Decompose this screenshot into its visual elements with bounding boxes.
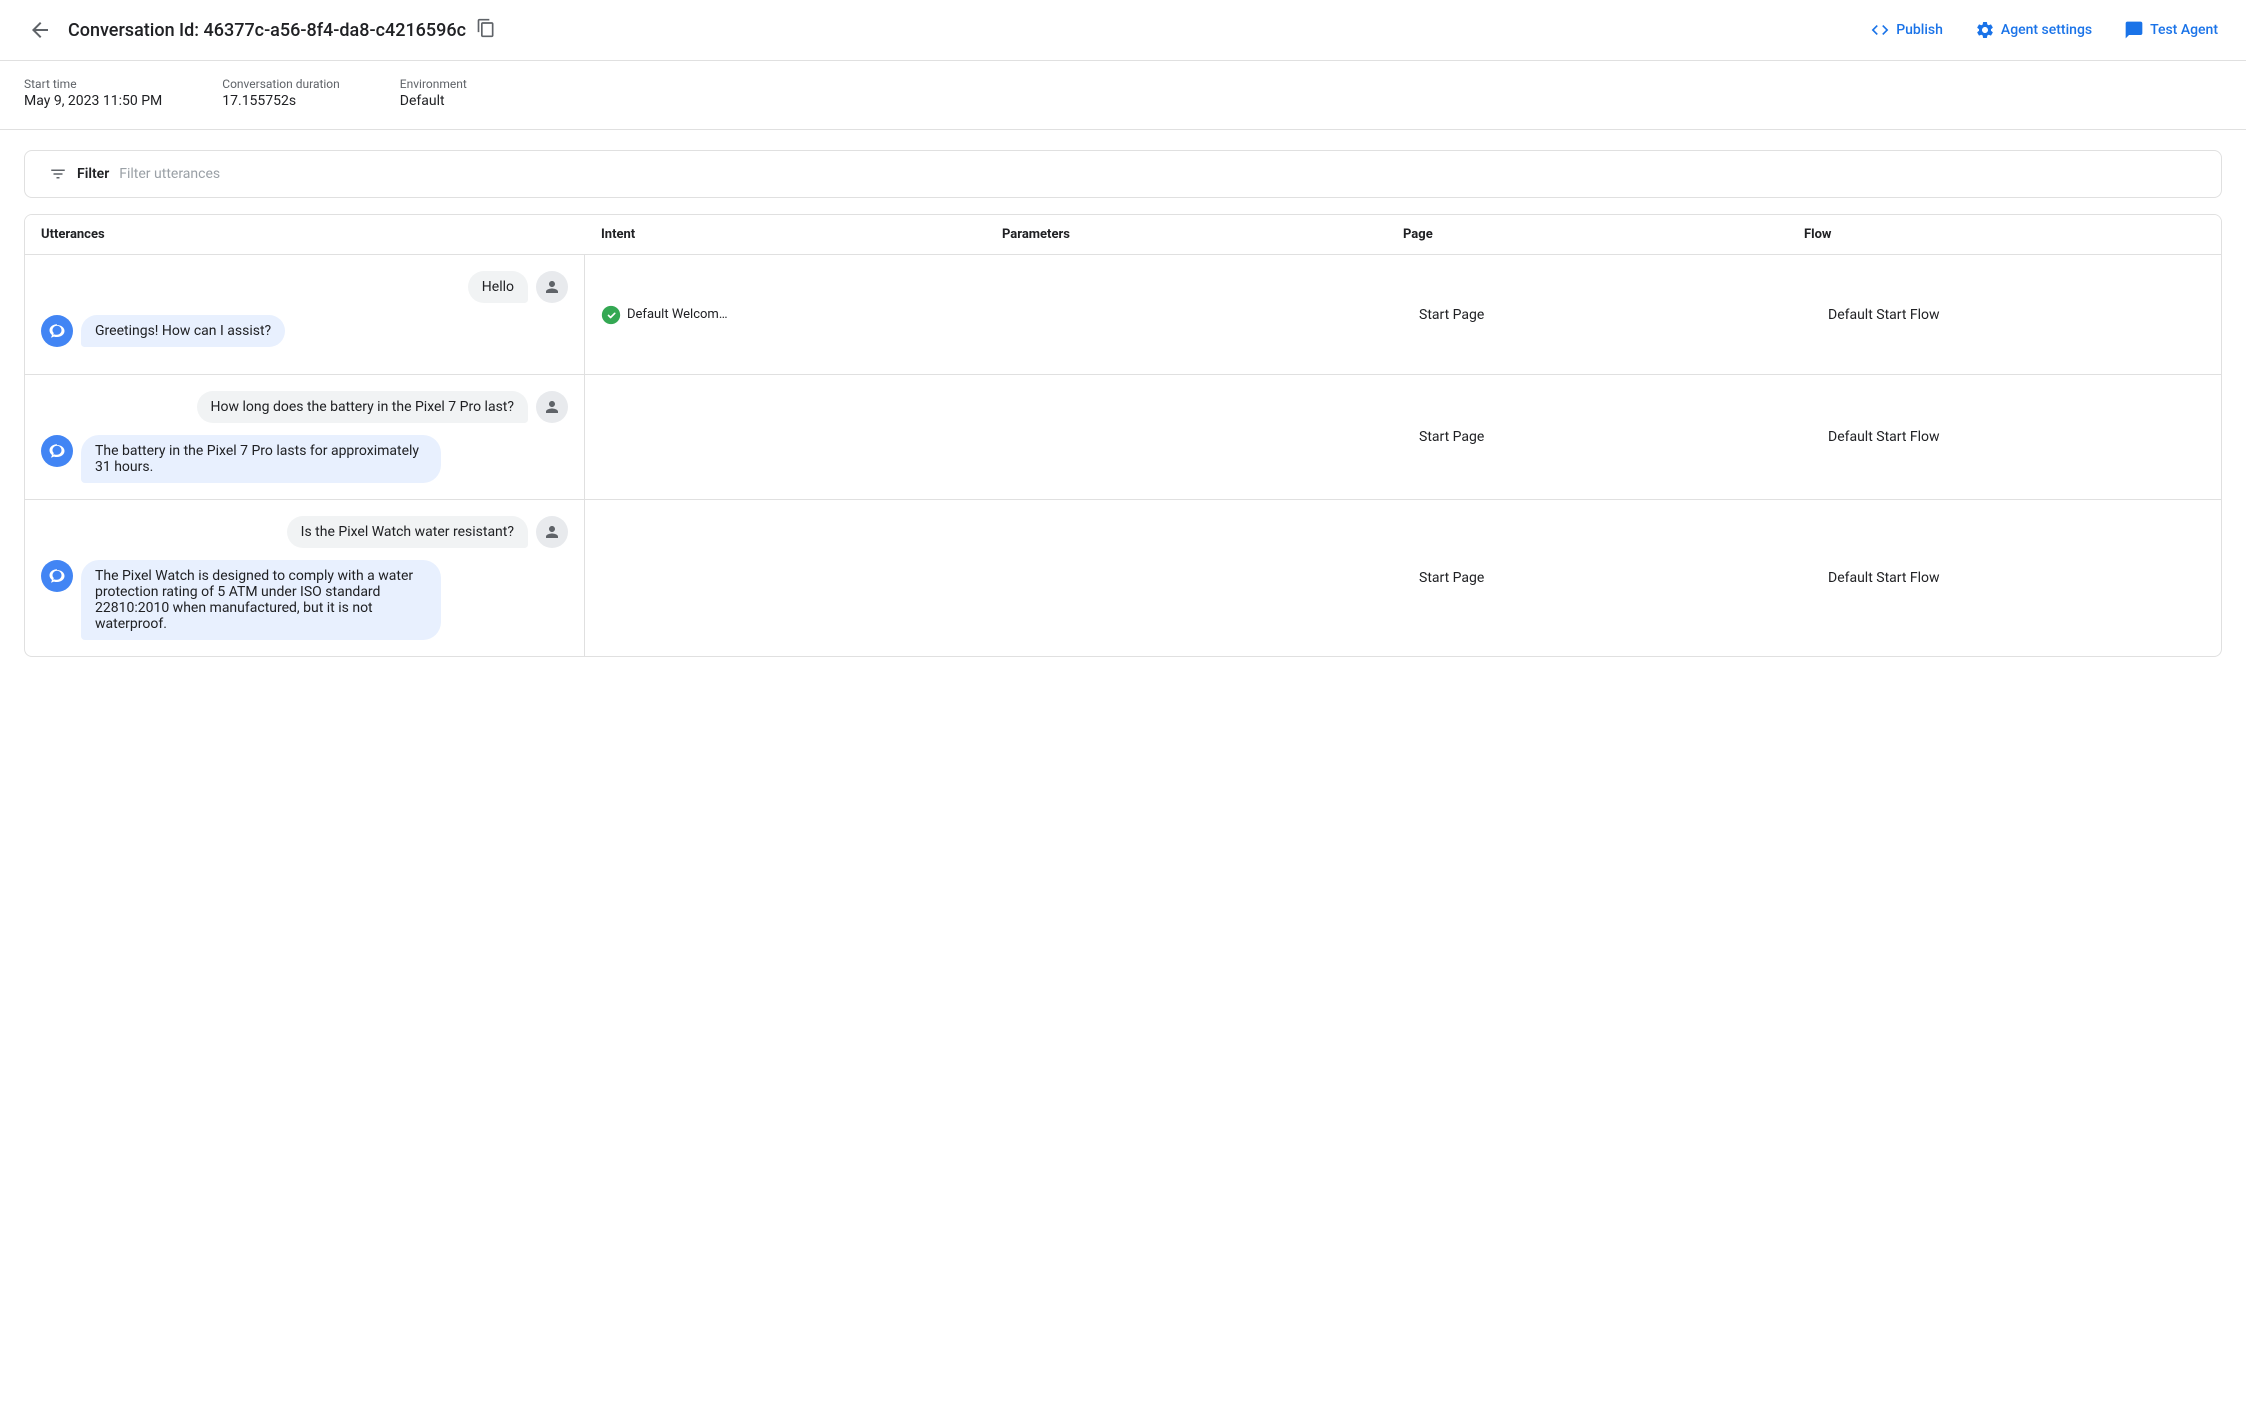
publish-button[interactable]: Publish	[1866, 12, 1947, 48]
col-utterances: Utterances	[41, 227, 601, 242]
flow-cell-1: Default Start Flow	[1812, 255, 2221, 374]
user-message-3: Is the Pixel Watch water resistant?	[41, 516, 568, 548]
table-row: Is the Pixel Watch water resistant? The …	[25, 500, 2221, 656]
flow-cell-2: Default Start Flow	[1812, 375, 2221, 499]
copy-icon[interactable]	[476, 18, 496, 43]
intent-cell-3	[585, 500, 994, 656]
meta-duration: Conversation duration 17.155752s	[222, 77, 340, 109]
user-avatar-3	[536, 516, 568, 548]
user-avatar-1	[536, 271, 568, 303]
agent-message-2: The battery in the Pixel 7 Pro lasts for…	[41, 435, 568, 483]
user-message-1: Hello	[41, 271, 568, 303]
conversation-table: Utterances Intent Parameters Page Flow H…	[24, 214, 2222, 657]
start-time-value: May 9, 2023 11:50 PM	[24, 93, 162, 109]
agent-avatar-3	[41, 560, 73, 592]
table-header: Utterances Intent Parameters Page Flow	[25, 215, 2221, 255]
start-time-label: Start time	[24, 77, 162, 91]
filter-label: Filter	[77, 166, 109, 182]
agent-bubble-1: Greetings! How can I assist?	[81, 315, 285, 347]
utterances-cell-3: Is the Pixel Watch water resistant? The …	[25, 500, 585, 656]
table-row: How long does the battery in the Pixel 7…	[25, 375, 2221, 500]
parameters-cell-3	[994, 500, 1403, 656]
utterances-cell-1: Hello Greetings! How can I assist?	[25, 255, 585, 374]
filter-placeholder: Filter utterances	[119, 166, 220, 182]
test-agent-label: Test Agent	[2150, 22, 2218, 38]
col-flow: Flow	[1804, 227, 2205, 242]
agent-avatar-2	[41, 435, 73, 467]
conversation-id-label: Conversation Id: 46377c-a56-8f4-da8-c421…	[68, 20, 466, 41]
table-row: Hello Greetings! How can I assist?	[25, 255, 2221, 375]
meta-environment: Environment Default	[400, 77, 467, 109]
meta-start-time: Start time May 9, 2023 11:50 PM	[24, 77, 162, 109]
user-bubble-1: Hello	[468, 271, 528, 303]
environment-value: Default	[400, 93, 445, 109]
duration-value: 17.155752s	[222, 93, 296, 109]
intent-cell-1: Default Welcom…	[585, 255, 994, 374]
meta-bar: Start time May 9, 2023 11:50 PM Conversa…	[0, 61, 2246, 130]
intent-badge-1: Default Welcom…	[601, 305, 728, 325]
agent-settings-button[interactable]: Agent settings	[1971, 12, 2096, 48]
page-cell-3: Start Page	[1403, 500, 1812, 656]
publish-label: Publish	[1896, 22, 1943, 38]
user-avatar-2	[536, 391, 568, 423]
user-bubble-3: Is the Pixel Watch water resistant?	[287, 516, 528, 548]
col-intent: Intent	[601, 227, 1002, 242]
intent-name-1: Default Welcom…	[627, 307, 728, 322]
agent-message-1: Greetings! How can I assist?	[41, 315, 568, 347]
agent-bubble-3: The Pixel Watch is designed to comply wi…	[81, 560, 441, 640]
agent-message-3: The Pixel Watch is designed to comply wi…	[41, 560, 568, 640]
agent-bubble-2: The battery in the Pixel 7 Pro lasts for…	[81, 435, 441, 483]
filter-icon	[49, 165, 67, 183]
col-page: Page	[1403, 227, 1804, 242]
header: Conversation Id: 46377c-a56-8f4-da8-c421…	[0, 0, 2246, 61]
page-cell-1: Start Page	[1403, 255, 1812, 374]
environment-label: Environment	[400, 77, 467, 91]
user-message-2: How long does the battery in the Pixel 7…	[41, 391, 568, 423]
utterances-cell-2: How long does the battery in the Pixel 7…	[25, 375, 585, 499]
parameters-cell-2	[994, 375, 1403, 499]
user-bubble-2: How long does the battery in the Pixel 7…	[197, 391, 528, 423]
duration-label: Conversation duration	[222, 77, 340, 91]
test-agent-button[interactable]: Test Agent	[2120, 12, 2222, 48]
back-button[interactable]	[24, 14, 56, 46]
intent-cell-2	[585, 375, 994, 499]
agent-settings-label: Agent settings	[2001, 22, 2092, 38]
conversation-title: Conversation Id: 46377c-a56-8f4-da8-c421…	[68, 18, 1854, 43]
page-cell-2: Start Page	[1403, 375, 1812, 499]
filter-bar[interactable]: Filter Filter utterances	[24, 150, 2222, 198]
agent-avatar-1	[41, 315, 73, 347]
col-parameters: Parameters	[1002, 227, 1403, 242]
parameters-cell-1	[994, 255, 1403, 374]
flow-cell-3: Default Start Flow	[1812, 500, 2221, 656]
header-actions: Publish Agent settings Test Agent	[1866, 12, 2222, 48]
